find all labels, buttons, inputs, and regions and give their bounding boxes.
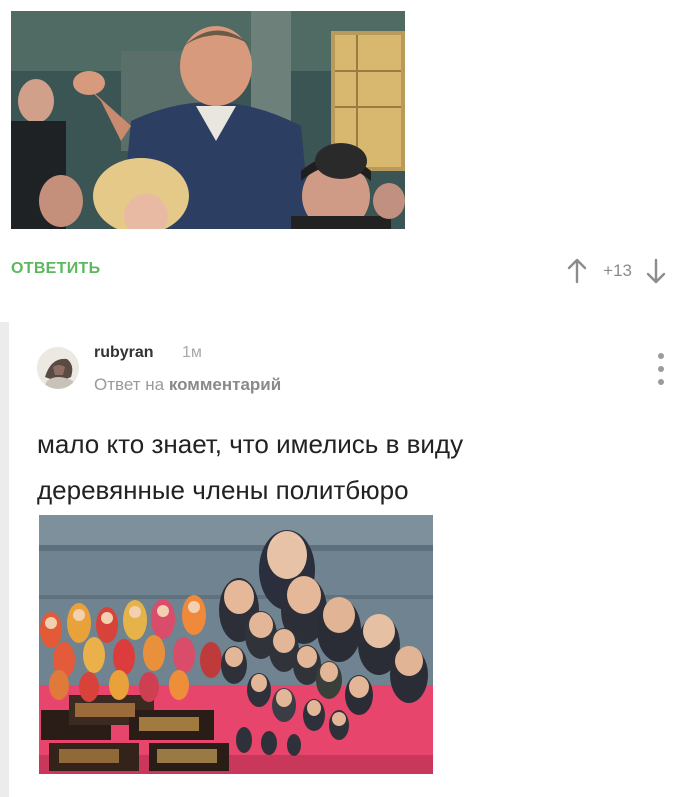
reply-to-prefix: Ответ на	[94, 375, 165, 394]
downvote-arrow-icon[interactable]	[642, 255, 670, 287]
comment-image-matryoshka[interactable]	[39, 515, 433, 774]
dot	[658, 379, 664, 385]
vote-controls: +13	[563, 255, 670, 287]
avatar-image-icon	[37, 347, 79, 389]
comment-time: 1м	[182, 344, 202, 361]
comment-image-movie-still[interactable]	[11, 11, 405, 229]
dot	[658, 353, 664, 359]
reply-to-line: Ответ на комментарий	[94, 375, 281, 395]
matryoshka-dolls-illustration	[39, 515, 433, 774]
thread-indent-line[interactable]	[0, 322, 9, 797]
avatar[interactable]	[37, 347, 79, 389]
comment-body: мало кто знает, что имелись в виду дерев…	[37, 421, 637, 513]
comment-username[interactable]: rubyran	[94, 344, 154, 362]
more-options-vertical-dots-icon[interactable]	[656, 353, 666, 385]
dot	[658, 366, 664, 372]
comment-rating: +13	[603, 261, 632, 280]
reply-to-comment-link[interactable]: комментарий	[169, 375, 281, 394]
upvote-arrow-icon[interactable]	[563, 255, 591, 287]
movie-still-illustration	[11, 11, 405, 229]
comment-text-line: деревянные члены политбюро	[37, 475, 409, 505]
comment-text-line: мало кто знает, что имелись в виду	[37, 429, 464, 459]
reply-button[interactable]: ОТВЕТИТЬ	[11, 260, 100, 278]
